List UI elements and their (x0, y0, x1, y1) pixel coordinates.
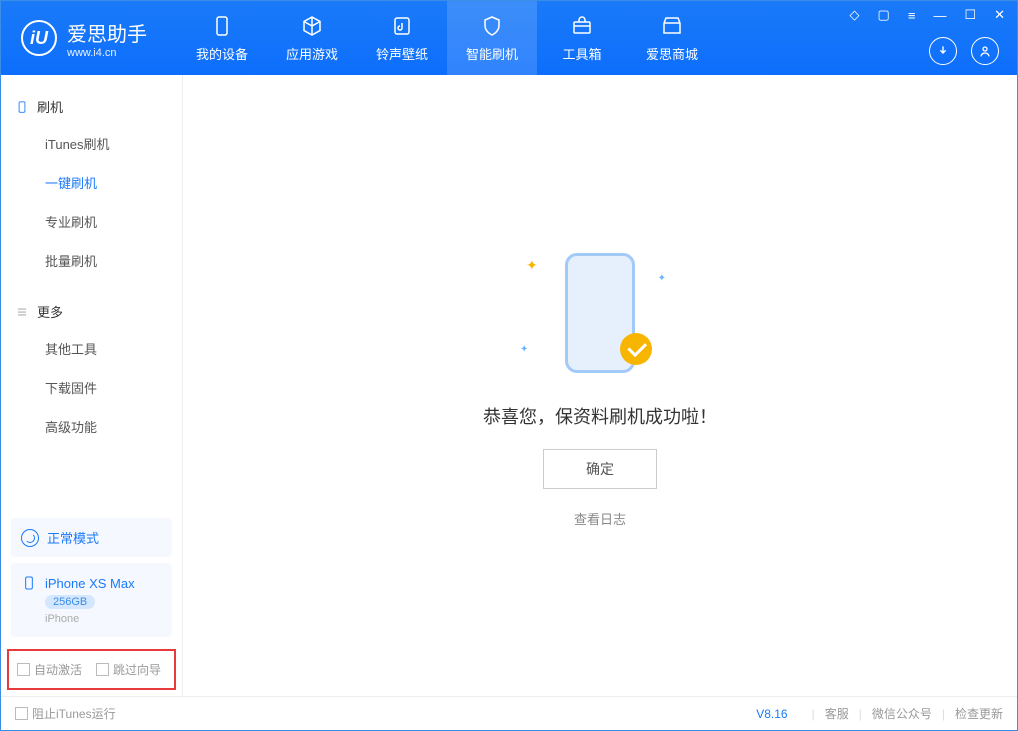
sidebar-item-pro-flash[interactable]: 专业刷机 (1, 202, 182, 241)
sidebar-item-itunes-flash[interactable]: iTunes刷机 (1, 124, 182, 163)
download-button[interactable] (929, 37, 957, 65)
mode-status[interactable]: 正常模式 (11, 518, 172, 557)
checkbox-auto-activate[interactable]: 自动激活 (17, 661, 82, 678)
tab-store[interactable]: 爱思商城 (627, 1, 717, 75)
skin-icon[interactable]: ◇ (846, 5, 864, 25)
close-button[interactable]: ✕ (990, 5, 1009, 25)
checkbox-icon (15, 707, 28, 720)
shield-icon (480, 14, 504, 38)
user-icon (977, 43, 993, 59)
sparkle-icon: ✦ (520, 344, 528, 355)
minimize-button[interactable]: — (929, 6, 950, 25)
footer: 阻止iTunes运行 V8.16 | 客服 | 微信公众号 | 检查更新 (1, 696, 1017, 730)
view-log-link[interactable]: 查看日志 (574, 509, 626, 528)
menu-icon[interactable]: ≡ (904, 6, 920, 25)
phone-icon (210, 14, 234, 38)
options-highlight: 自动激活 跳过向导 (7, 649, 176, 690)
titlebar: iU 爱思助手 www.i4.cn 我的设备 应用游戏 铃声壁纸 智能刷机 (1, 1, 1017, 75)
success-illustration: ✦ ✦ ✦ (500, 243, 700, 383)
device-icon (15, 100, 29, 114)
sidebar-item-batch-flash[interactable]: 批量刷机 (1, 241, 182, 280)
maximize-button[interactable]: ☐ (960, 5, 980, 25)
device-type: iPhone (45, 613, 162, 625)
tab-my-device[interactable]: 我的设备 (177, 1, 267, 75)
check-badge-icon (620, 333, 652, 365)
checkbox-block-itunes[interactable]: 阻止iTunes运行 (15, 705, 116, 722)
account-button[interactable] (971, 37, 999, 65)
checkbox-icon (17, 663, 30, 676)
music-icon (390, 14, 414, 38)
store-icon (660, 14, 684, 38)
app-window: iU 爱思助手 www.i4.cn 我的设备 应用游戏 铃声壁纸 智能刷机 (0, 0, 1018, 731)
feedback-icon[interactable]: ▢ (874, 5, 894, 25)
refresh-icon (21, 529, 39, 547)
sidebar-item-other-tools[interactable]: 其他工具 (1, 329, 182, 368)
tab-ring-wall[interactable]: 铃声壁纸 (357, 1, 447, 75)
cube-icon (300, 14, 324, 38)
app-name: 爱思助手 (67, 18, 147, 47)
logo-icon: iU (21, 20, 57, 56)
sparkle-icon: ✦ (526, 257, 538, 274)
support-link[interactable]: 客服 (825, 705, 849, 722)
tab-smart-flash[interactable]: 智能刷机 (447, 1, 537, 75)
list-icon (15, 305, 29, 319)
app-url: www.i4.cn (67, 47, 147, 59)
wechat-link[interactable]: 微信公众号 (872, 705, 932, 722)
tab-toolbox[interactable]: 工具箱 (537, 1, 627, 75)
window-controls: ◇ ▢ ≡ — ☐ ✕ (846, 5, 1009, 25)
success-message: 恭喜您，保资料刷机成功啦！ (483, 403, 717, 429)
checkbox-skip-guide[interactable]: 跳过向导 (96, 661, 161, 678)
sidebar-item-advanced[interactable]: 高级功能 (1, 407, 182, 446)
checkbox-icon (96, 663, 109, 676)
ok-button[interactable]: 确定 (543, 449, 657, 489)
sparkle-icon: ✦ (658, 273, 666, 284)
nav-tabs: 我的设备 应用游戏 铃声壁纸 智能刷机 工具箱 爱思商城 (177, 1, 717, 75)
sidebar-item-one-key-flash[interactable]: 一键刷机 (1, 163, 182, 202)
version-label: V8.16 (756, 707, 787, 721)
sidebar-item-download-firmware[interactable]: 下载固件 (1, 368, 182, 407)
download-icon (935, 43, 951, 59)
device-storage: 256GB (45, 595, 95, 609)
phone-small-icon (21, 575, 37, 591)
device-panel[interactable]: iPhone XS Max 256GB iPhone (11, 563, 172, 637)
sidebar: 刷机 iTunes刷机 一键刷机 专业刷机 批量刷机 更多 其他工具 下载固件 … (1, 75, 183, 696)
toolbox-icon (570, 14, 594, 38)
sidebar-header-flash: 刷机 (1, 89, 182, 124)
tab-apps-games[interactable]: 应用游戏 (267, 1, 357, 75)
body: 刷机 iTunes刷机 一键刷机 专业刷机 批量刷机 更多 其他工具 下载固件 … (1, 75, 1017, 696)
device-name: iPhone XS Max (45, 576, 135, 591)
sidebar-header-more: 更多 (1, 294, 182, 329)
logo-area: iU 爱思助手 www.i4.cn (1, 18, 167, 59)
main-content: ✦ ✦ ✦ 恭喜您，保资料刷机成功啦！ 确定 查看日志 (183, 75, 1017, 696)
update-link[interactable]: 检查更新 (955, 705, 1003, 722)
